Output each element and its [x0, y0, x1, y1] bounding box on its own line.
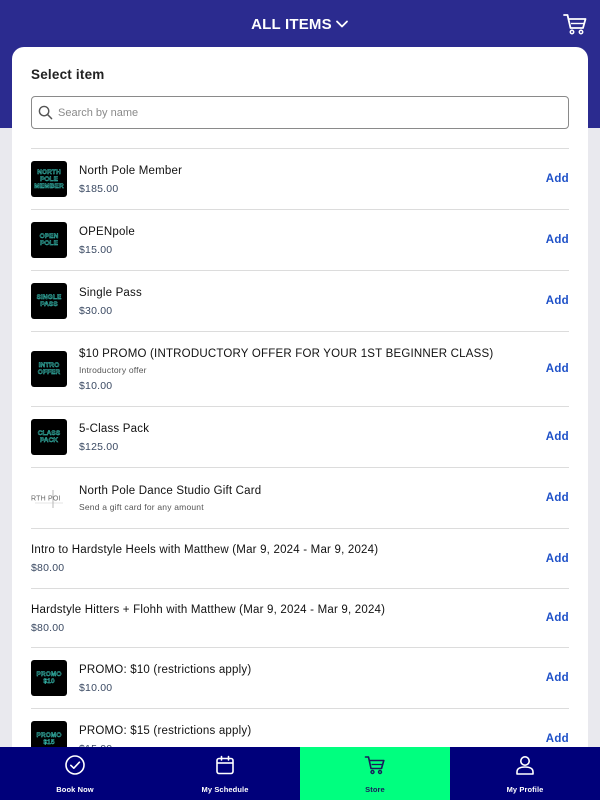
- add-button[interactable]: Add: [546, 234, 569, 246]
- top-header: ALL ITEMS: [0, 0, 600, 48]
- tab-label: Book Now: [56, 785, 94, 794]
- cart-icon: [563, 14, 587, 35]
- add-button[interactable]: Add: [546, 612, 569, 624]
- item-price: $185.00: [79, 182, 119, 195]
- item-info: 5-Class Pack $125.00: [79, 422, 569, 453]
- add-button[interactable]: Add: [546, 431, 569, 443]
- item-info: PROMO: $10 (restrictions apply) $10.00: [79, 663, 569, 694]
- category-dropdown[interactable]: ALL ITEMS: [251, 16, 349, 33]
- item-thumbnail: PROMO $10: [31, 660, 67, 696]
- thumbnail-text: PROMO $15: [36, 732, 62, 746]
- tab-store[interactable]: Store: [300, 747, 450, 800]
- category-dropdown-label: ALL ITEMS: [251, 15, 332, 33]
- panel-title: Select item: [31, 67, 105, 82]
- list-item: Hardstyle Hitters + Flohh with Matthew (…: [31, 588, 569, 647]
- tab-book-now[interactable]: Book Now: [0, 747, 150, 800]
- item-price: $10.00: [79, 379, 113, 392]
- check-circle-icon: [64, 754, 86, 781]
- item-price: $80.00: [31, 562, 65, 574]
- bottom-tab-bar: Book Now My Schedule Store My Profile: [0, 747, 600, 800]
- item-info: Hardstyle Hitters + Flohh with Matthew (…: [31, 603, 569, 634]
- item-thumbnail: SINGLE PASS: [31, 283, 67, 319]
- thumbnail-text: PROMO $10: [36, 671, 62, 685]
- item-subtitle: Introductory offer: [79, 364, 147, 375]
- list-item: INTRO OFFER $10 PROMO (INTRODUCTORY OFFER…: [31, 331, 569, 406]
- thumbnail-text: INTRO OFFER: [37, 362, 61, 376]
- item-name: North Pole Member: [79, 164, 183, 177]
- list-item: CLASS PACK 5-Class Pack $125.00 Add: [31, 406, 569, 467]
- thumbnail-text: CLASS PACK: [37, 430, 61, 444]
- item-price: $10.00: [79, 681, 113, 694]
- item-name: Hardstyle Hitters + Flohh with Matthew (…: [31, 603, 386, 616]
- add-button[interactable]: Add: [546, 672, 569, 684]
- tab-label: Store: [365, 785, 385, 794]
- item-info: Single Pass $30.00: [79, 286, 569, 317]
- tab-label: My Schedule: [201, 785, 249, 794]
- item-selection-panel: Select item NORTH POLE MEMBER North Pole …: [12, 47, 588, 800]
- search-box[interactable]: [31, 96, 569, 129]
- item-thumbnail: INTRO OFFER: [31, 351, 67, 387]
- item-name: PROMO: $10 (restrictions apply): [79, 663, 252, 676]
- list-item: Intro to Hardstyle Heels with Matthew (M…: [31, 528, 569, 588]
- thumbnail-text: NORTH POLE MEMBER: [34, 168, 64, 190]
- list-item: RTH POI North Pole Dance Studio Gift Card…: [31, 467, 569, 528]
- item-info: North Pole Member $185.00: [79, 164, 569, 195]
- tab-my-profile[interactable]: My Profile: [450, 747, 600, 800]
- item-name: Intro to Hardstyle Heels with Matthew (M…: [31, 544, 379, 556]
- item-name: Single Pass: [79, 286, 142, 299]
- list-item: OPEN POLE OPENpole $15.00 Add: [31, 209, 569, 270]
- item-name: 5-Class Pack: [79, 422, 150, 435]
- add-button[interactable]: Add: [546, 492, 569, 504]
- item-thumbnail: CLASS PACK: [31, 419, 67, 455]
- item-info: $10 PROMO (INTRODUCTORY OFFER FOR YOUR 1…: [79, 347, 569, 392]
- item-name: OPENpole: [79, 225, 135, 238]
- item-info: OPENpole $15.00: [79, 225, 569, 256]
- item-price: $15.00: [79, 243, 113, 256]
- person-icon: [514, 754, 536, 781]
- item-price: $125.00: [79, 440, 119, 453]
- add-button[interactable]: Add: [546, 553, 569, 565]
- list-item: SINGLE PASS Single Pass $30.00 Add: [31, 270, 569, 331]
- item-name: North Pole Dance Studio Gift Card: [79, 485, 262, 497]
- cart-button[interactable]: [562, 11, 588, 37]
- gift-card-logo: RTH POI: [31, 480, 67, 516]
- thumbnail-text: SINGLE PASS: [36, 294, 62, 308]
- chevron-down-icon: [335, 20, 348, 28]
- thumbnail-text: OPEN POLE: [39, 233, 59, 247]
- list-item: NORTH POLE MEMBER North Pole Member $185.0…: [31, 148, 569, 209]
- item-list: NORTH POLE MEMBER North Pole Member $185.0…: [31, 148, 569, 769]
- calendar-icon: [214, 754, 236, 781]
- add-button[interactable]: Add: [546, 733, 569, 745]
- tab-my-schedule[interactable]: My Schedule: [150, 747, 300, 800]
- item-price: $80.00: [31, 621, 65, 634]
- add-button[interactable]: Add: [546, 295, 569, 307]
- item-subtitle: Send a gift card for any amount: [79, 502, 204, 512]
- search-input[interactable]: [58, 106, 538, 119]
- add-button[interactable]: Add: [546, 363, 569, 375]
- cart-icon: [364, 754, 386, 781]
- item-name: PROMO: $15 (restrictions apply): [79, 724, 252, 737]
- add-button[interactable]: Add: [546, 173, 569, 185]
- search-icon: [38, 105, 53, 120]
- item-info: North Pole Dance Studio Gift Card Send a …: [79, 484, 569, 512]
- tab-label: My Profile: [506, 785, 544, 794]
- svg-text:RTH POI: RTH POI: [31, 496, 61, 503]
- item-info: Intro to Hardstyle Heels with Matthew (M…: [31, 543, 569, 574]
- list-item: PROMO $10 PROMO: $10 (restrictions apply)…: [31, 647, 569, 708]
- item-price: $30.00: [79, 304, 113, 317]
- item-thumbnail: NORTH POLE MEMBER: [31, 161, 67, 197]
- item-thumbnail: OPEN POLE: [31, 222, 67, 258]
- item-name: $10 PROMO (INTRODUCTORY OFFER FOR YOUR 1…: [79, 347, 494, 360]
